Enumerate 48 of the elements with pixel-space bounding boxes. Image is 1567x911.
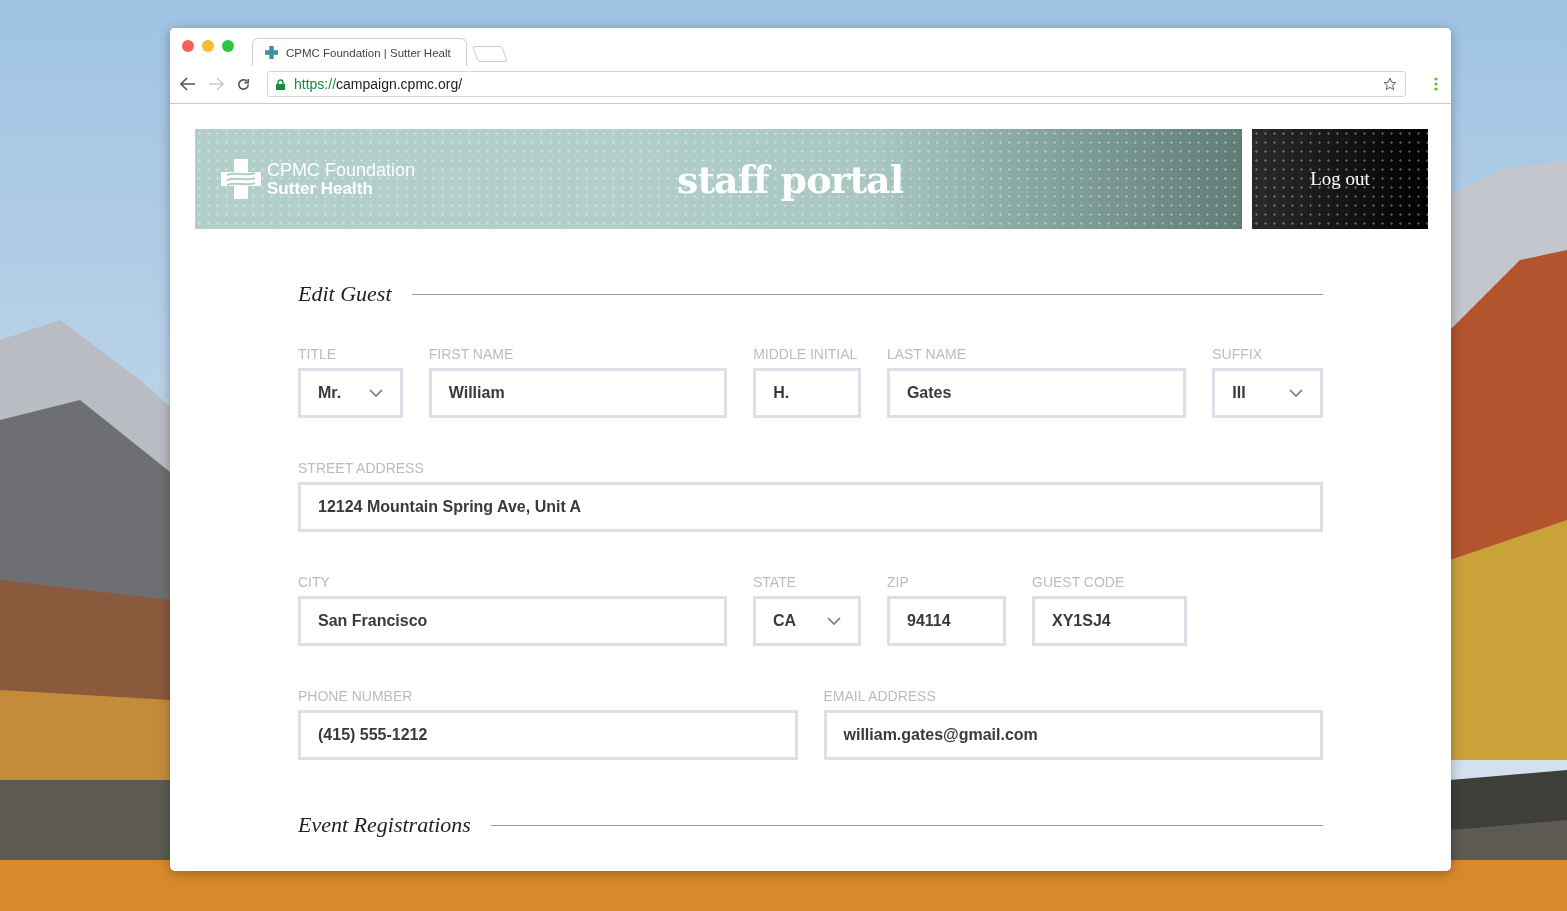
back-icon[interactable] (180, 77, 196, 91)
select-field[interactable]: III (1212, 368, 1323, 418)
cross-icon (265, 46, 278, 59)
field-label: ZIP (887, 574, 910, 590)
input-field[interactable]: William (428, 368, 728, 418)
new-tab-button[interactable] (472, 46, 508, 62)
logout-button[interactable]: Log out (1252, 129, 1428, 229)
lock-icon (276, 78, 285, 90)
field-label: LAST NAME (886, 346, 967, 362)
field-label: CITY (298, 574, 331, 590)
input-field[interactable]: william.gates@gmail.com (823, 710, 1323, 760)
portal-title: staff portal (677, 156, 904, 202)
logo-text: CPMC Foundation (267, 160, 416, 180)
input-field[interactable]: Gates (886, 368, 1187, 418)
address-bar[interactable]: https://campaign.cpmc.org/ (267, 71, 1406, 97)
field-label: PHONE NUMBER (298, 688, 414, 704)
input-field[interactable]: H. (753, 368, 861, 418)
minimize-dot[interactable] (202, 40, 214, 52)
field-label: EMAIL ADDRESS (823, 688, 937, 704)
chevron-icon (368, 389, 383, 397)
input-field[interactable]: San Francisco (298, 596, 727, 646)
logo-text: Sutter Health (267, 179, 374, 198)
select-field[interactable]: CA (753, 596, 861, 646)
star-icon[interactable] (1383, 77, 1397, 91)
field-label: TITLE (298, 346, 338, 362)
chevron-icon (1289, 389, 1303, 397)
chevron-icon (827, 617, 841, 625)
input-field[interactable]: 12124 Mountain Spring Ave, Unit A (298, 482, 1323, 532)
select-field[interactable]: Mr. (298, 368, 403, 418)
field-label: SUFFIX (1212, 346, 1263, 362)
field-label: STATE (753, 574, 798, 590)
logo-icon (221, 159, 261, 199)
input-field[interactable]: XY1SJ4 (1032, 596, 1187, 646)
input-field[interactable]: 94114 (887, 596, 1006, 646)
section-heading: Event Registrations (298, 812, 471, 838)
section-heading: Edit Guest (298, 281, 392, 307)
forward-icon[interactable] (208, 77, 224, 91)
input-field[interactable]: (415) 555-1212 (298, 710, 798, 760)
field-label: MIDDLE INITIAL (753, 346, 859, 362)
field-label: STREET ADDRESS (298, 460, 425, 476)
reload-icon[interactable] (236, 76, 251, 92)
menu-icon[interactable] (1434, 77, 1438, 91)
close-dot[interactable] (182, 40, 194, 52)
field-label: FIRST NAME (428, 346, 515, 362)
field-label: GUEST CODE (1032, 574, 1126, 590)
maximize-dot[interactable] (222, 40, 234, 52)
url-text: https://campaign.cpmc.org/ (294, 76, 463, 92)
browser-tab[interactable]: CPMC Foundation | Sutter Healt (252, 38, 467, 66)
